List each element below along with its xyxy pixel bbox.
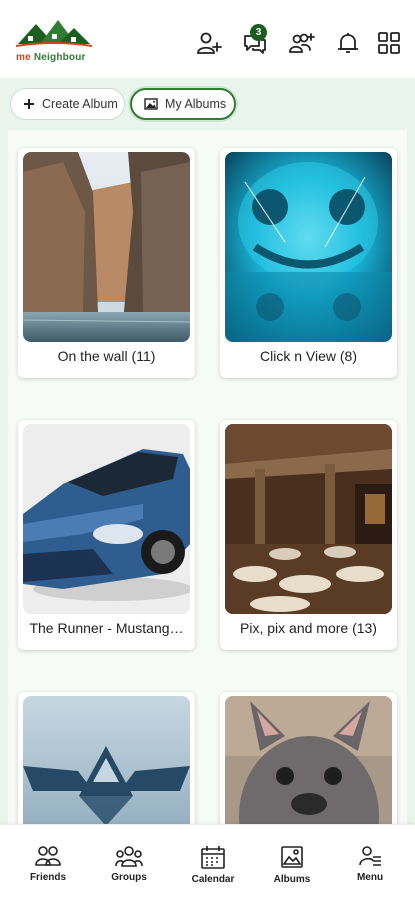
menu-icon	[359, 846, 381, 866]
album-card[interactable]: The Runner - Mustang…	[18, 420, 195, 650]
plus-icon	[23, 98, 35, 110]
apps-grid-icon[interactable]	[376, 30, 402, 56]
bottom-navigation: Friends Groups Calendar Albums Menu	[0, 824, 415, 900]
albums-grid: On the wall (11) Click n View (8) The Ru…	[0, 130, 415, 824]
logo-houses-icon	[15, 20, 93, 47]
create-album-button[interactable]: Create Album	[10, 88, 125, 120]
logo-prefix: me	[16, 52, 31, 63]
album-card[interactable]: Pix, pix and more (13)	[220, 420, 397, 650]
album-title: On the wall (11)	[57, 348, 156, 364]
album-card[interactable]: On the wall (11)	[18, 148, 195, 378]
nav-friends-label: Friends	[29, 872, 67, 883]
album-thumbnail-glowing-face	[225, 152, 392, 342]
album-action-bar: Create Album My Albums	[0, 78, 415, 130]
notification-bell-icon[interactable]	[335, 30, 361, 56]
calendar-icon	[201, 846, 225, 869]
create-album-label: Create Album	[42, 97, 118, 111]
album-title: Pix, pix and more (13)	[240, 620, 377, 636]
friends-icon	[35, 846, 61, 866]
groups-icon	[115, 846, 143, 867]
group-add-icon[interactable]	[289, 30, 315, 56]
album-card[interactable]	[18, 692, 195, 824]
my-albums-button[interactable]: My Albums	[130, 88, 236, 120]
nav-albums-label: Albums	[273, 874, 311, 885]
album-card[interactable]: Click n View (8)	[220, 148, 397, 378]
add-friend-icon[interactable]	[196, 30, 222, 56]
image-icon	[144, 98, 158, 110]
album-thumbnail-crest	[23, 696, 190, 824]
logo-suffix: Neighbour	[33, 52, 86, 63]
nav-friends[interactable]: Friends	[13, 845, 83, 883]
album-thumbnail-restaurant	[225, 424, 392, 614]
nav-calendar-label: Calendar	[191, 874, 235, 885]
my-albums-label: My Albums	[165, 97, 227, 111]
nav-calendar[interactable]: Calendar	[178, 845, 248, 885]
nav-groups-label: Groups	[111, 872, 147, 883]
album-thumbnail-canyon	[23, 152, 190, 342]
album-thumbnail-sports-car	[23, 424, 190, 614]
album-title: Click n View (8)	[260, 348, 357, 364]
nav-menu[interactable]: Menu	[335, 845, 405, 883]
app-header: me Neighbour 3	[0, 0, 415, 78]
album-card[interactable]	[220, 692, 397, 824]
app-logo[interactable]: me Neighbour	[14, 14, 94, 66]
album-thumbnail-bulldog	[225, 696, 392, 824]
messages-badge: 3	[250, 24, 267, 41]
nav-groups[interactable]: Groups	[94, 845, 164, 883]
nav-menu-label: Menu	[356, 872, 384, 883]
nav-albums[interactable]: Albums	[257, 845, 327, 885]
logo-text: me Neighbour	[16, 52, 86, 63]
album-title: The Runner - Mustang…	[29, 620, 184, 636]
albums-icon	[281, 846, 303, 868]
